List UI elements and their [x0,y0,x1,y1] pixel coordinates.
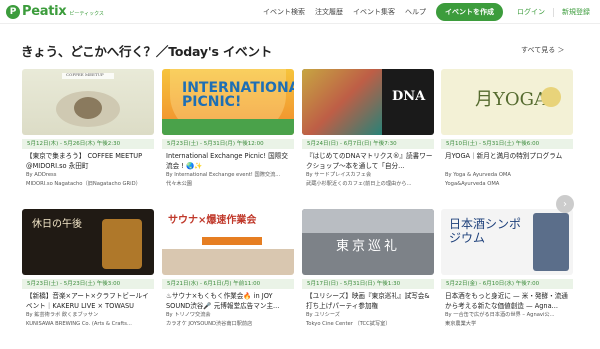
event-organizer[interactable]: By トリノワ交流会 [162,311,294,320]
event-organizer[interactable]: By 一合缶で広がる日本酒の世界 – Agnavi公... [441,311,573,320]
thumb-decoration [302,209,434,233]
main-nav: イベント検索 注文履歴 イベント集客 ヘルプ イベントを作成 ログイン 新規登録 [263,0,600,24]
nav-event-search[interactable]: イベント検索 [263,7,305,17]
create-event-button[interactable]: イベントを作成 [436,3,503,21]
event-title[interactable]: International Exchange Picnic! 国際交流会 ! 🌏… [162,151,294,171]
event-date: 5月24日(日) - 6月7日(日) 午後7:30 [302,139,434,149]
event-date: 5月23日(土) - 5月31日(月) 午後12:00 [162,139,294,149]
thumb-caption: INTERNATIONAL PICNIC! [182,80,294,110]
event-organizer[interactable]: By サードプレイスカフェ会 [302,171,434,180]
event-card[interactable]: 東京巡礼 5月17日(日) - 5月31日(日) 午後1:30 【ユリシーズ】映… [302,209,434,329]
thumb-decoration [74,97,102,119]
login-link[interactable]: ログイン [517,7,545,17]
thumb-decoration [302,69,382,135]
event-venue: 東京農業大学 [445,321,477,327]
thumb-caption: 月YOGA [475,89,548,110]
event-date: 5月21日(水) - 6月1日(月) 午前11:00 [162,279,294,289]
event-title[interactable]: 【新橋】音楽×アート×クラフトビールイベント｜KAKERU LIVE × TOW… [22,291,154,311]
event-venue: MIDORI.so Nagatacho（旧Nagatacho GRiD） [26,181,141,187]
event-title[interactable]: 日本酒をもっと身近に — 米・発酵・流通から考える新たな価値創造 — Agna.… [441,291,573,311]
event-thumbnail[interactable]: DNA [302,69,434,135]
event-title[interactable]: ♨サウナ×もくもく作業会🔥 in JOY SOUND渋谷🎤 元博報堂広告マン主.… [162,291,294,311]
event-organizer[interactable]: By International Exchange event! 国際交流... [162,171,294,180]
event-thumbnail[interactable]: 月YOGA [441,69,573,135]
event-venue: 代々木公園 [166,181,192,187]
thumb-decoration [102,219,142,269]
event-card[interactable]: 月YOGA 5月10日(土) - 5月31日(土) 午後6:00 月YOGA｜新… [441,69,573,189]
event-organizer[interactable]: By 鉱芸術ラボ 飲くまブッサン [22,311,154,320]
event-date: 5月23日(土) - 5月23日(土) 午後3:00 [22,279,154,289]
event-card[interactable]: 休日の午後 5月23日(土) - 5月23日(土) 午後3:00 【新橋】音楽×… [22,209,154,329]
event-card[interactable]: COFFEE MEETUP 5月12日(木) - 5月26日(木) 午後2:30… [22,69,154,189]
event-card[interactable]: DNA 5月24日(日) - 6月7日(日) 午後7:30 『はじめてのDNAマ… [302,69,434,189]
thumb-decoration [162,119,294,135]
event-card[interactable]: 日本酒シンポジウム 5月22日(金) - 6月10日(水) 午後7:00 日本酒… [441,209,573,329]
event-date: 5月10日(土) - 5月31日(土) 午後6:00 [441,139,573,149]
peatix-logo-icon: P [6,4,20,19]
event-thumbnail[interactable]: 休日の午後 [22,209,154,275]
event-organizer[interactable]: By ユリシーズ [302,311,434,320]
event-card[interactable]: サウナ×爆速作業会 5月21日(水) - 6月1日(月) 午前11:00 ♨サウ… [162,209,294,329]
event-thumbnail[interactable]: COFFEE MEETUP [22,69,154,135]
event-date: 5月22日(金) - 6月10日(水) 午後7:00 [441,279,573,289]
thumb-caption: DNA [392,89,426,104]
event-date: 5月12日(木) - 5月26日(木) 午後2:30 [22,139,154,149]
thumb-decoration [533,213,569,271]
see-all-link[interactable]: すべて見る ＞ [521,45,564,55]
event-organizer[interactable]: By Yoga & Ayurveda OMA [441,171,573,180]
logo-text: Peatix [22,4,67,19]
nav-divider [553,7,554,17]
event-venue: カラオケ JOYSOUND渋谷南口駅前店 [166,321,253,327]
thumb-caption: COFFEE MEETUP [66,72,104,77]
event-organizer[interactable]: By ADDress [22,171,154,180]
event-venue: Tokyo Cine Center （TCC試写室） [306,321,391,327]
signup-link[interactable]: 新規登録 [562,7,590,17]
carousel-next-icon[interactable]: › [556,195,574,213]
event-card[interactable]: INTERNATIONAL PICNIC! 5月23日(土) - 5月31日(月… [162,69,294,189]
event-venue: KUNISAWA BREWING Co. (Arts & Crafts... [26,321,132,327]
thumb-caption: サウナ×爆速作業会 [168,215,257,226]
logo-subtext: ピーティックス [69,10,104,17]
event-title[interactable]: 『はじめてのDNAマトリクス®』読書ワークショップ〜本を通して「自分... [302,151,434,171]
event-thumbnail[interactable]: INTERNATIONAL PICNIC! [162,69,294,135]
nav-help[interactable]: ヘルプ [405,7,426,17]
nav-order-history[interactable]: 注文履歴 [315,7,343,17]
event-title[interactable]: 【ユリシーズ】映画『東京巡礼』試写会&打ち上げパーティ参加権 [302,291,434,311]
event-venue: Yoga&Ayurveda OMA [445,181,500,187]
nav-event-promotion[interactable]: イベント集客 [353,7,395,17]
event-thumbnail[interactable]: 日本酒シンポジウム [441,209,573,275]
thumb-decoration [162,249,294,275]
top-header: P Peatix ピーティックス イベント検索 注文履歴 イベント集客 ヘルプ … [0,0,600,24]
thumb-decoration [202,237,262,245]
thumb-caption: 日本酒シンポジウム [449,217,522,245]
section-title: きょう、どこかへ行く？／Today's イベント [21,44,273,59]
event-venue: 武蔵小杉駅近くのカフェ(前日上の理由から... [306,181,412,187]
event-title[interactable]: 【東京で集まろう】 COFFEE MEETUP @MIDORI.so 永田町 [22,151,154,171]
thumb-caption: 休日の午後 [32,219,82,230]
peatix-logo[interactable]: P Peatix ピーティックス [6,4,104,19]
moon-icon [541,87,561,107]
event-title[interactable]: 月YOGA｜新月と満月の特別プログラム [441,151,573,171]
event-thumbnail[interactable]: 東京巡礼 [302,209,434,275]
thumb-caption: 東京巡礼 [336,239,401,254]
event-date: 5月17日(日) - 5月31日(日) 午後1:30 [302,279,434,289]
event-thumbnail[interactable]: サウナ×爆速作業会 [162,209,294,275]
